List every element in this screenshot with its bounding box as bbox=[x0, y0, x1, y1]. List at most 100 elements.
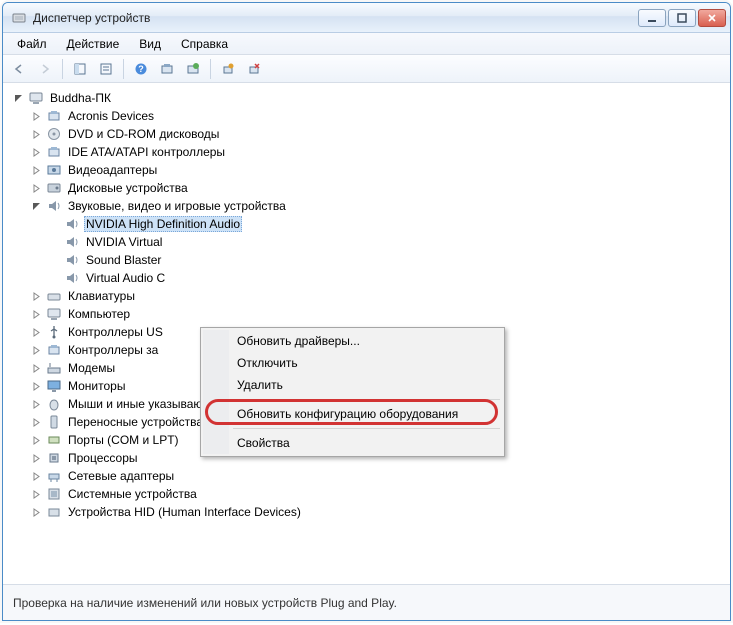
cm-update-drivers[interactable]: Обновить драйверы... bbox=[203, 330, 502, 352]
context-menu: Обновить драйверы... Отключить Удалить О… bbox=[200, 327, 505, 457]
app-icon bbox=[11, 10, 27, 26]
tree-leaf[interactable]: NVIDIA High Definition Audio bbox=[49, 215, 722, 233]
node-label: NVIDIA High Definition Audio bbox=[84, 216, 242, 232]
nav-back-button[interactable] bbox=[7, 58, 31, 80]
properties-button[interactable] bbox=[94, 58, 118, 80]
close-button[interactable] bbox=[698, 9, 726, 27]
node-label: Видеоадаптеры bbox=[66, 162, 159, 178]
cm-disable[interactable]: Отключить bbox=[203, 352, 502, 374]
node-label: Клавиатуры bbox=[66, 288, 137, 304]
tree-leaf[interactable]: Virtual Audio C bbox=[49, 269, 722, 287]
tree-node[interactable]: Сетевые адаптеры bbox=[31, 467, 722, 485]
node-label: Устройства HID (Human Interface Devices) bbox=[66, 504, 303, 520]
show-hide-tree-button[interactable] bbox=[68, 58, 92, 80]
audio-device-icon bbox=[64, 234, 80, 250]
device-icon bbox=[46, 396, 62, 412]
menubar: Файл Действие Вид Справка bbox=[3, 33, 730, 55]
toolbar-separator bbox=[210, 59, 211, 79]
node-label: Сетевые адаптеры bbox=[66, 468, 176, 484]
tree-node[interactable]: Клавиатуры bbox=[31, 287, 722, 305]
node-label: Buddha-ПК bbox=[48, 90, 113, 106]
audio-device-icon bbox=[64, 270, 80, 286]
scan-hardware-button[interactable] bbox=[155, 58, 179, 80]
node-label: Процессоры bbox=[66, 450, 140, 466]
node-label: Virtual Audio C bbox=[84, 270, 167, 286]
node-label: NVIDIA Virtual bbox=[84, 234, 164, 250]
node-label: IDE ATA/ATAPI контроллеры bbox=[66, 144, 227, 160]
device-icon bbox=[46, 126, 62, 142]
device-icon bbox=[46, 360, 62, 376]
cm-separator bbox=[233, 399, 500, 400]
cm-uninstall[interactable]: Удалить bbox=[203, 374, 502, 396]
tree-root[interactable]: Buddha-ПК bbox=[13, 89, 722, 107]
menu-action[interactable]: Действие bbox=[57, 35, 130, 53]
tree-node[interactable]: Компьютер bbox=[31, 305, 722, 323]
update-driver-button[interactable] bbox=[181, 58, 205, 80]
device-tree[interactable]: Buddha-ПК Acronis Devices DVD и CD-ROM дис… bbox=[3, 83, 730, 584]
uninstall-button[interactable] bbox=[216, 58, 240, 80]
cm-separator bbox=[233, 428, 500, 429]
menu-file[interactable]: Файл bbox=[7, 35, 57, 53]
audio-device-icon bbox=[64, 216, 80, 232]
computer-icon bbox=[28, 90, 44, 106]
device-icon bbox=[46, 288, 62, 304]
toolbar-separator bbox=[62, 59, 63, 79]
cm-scan-hardware[interactable]: Обновить конфигурацию оборудования bbox=[203, 403, 502, 425]
device-icon bbox=[46, 306, 62, 322]
node-label: Компьютер bbox=[66, 306, 132, 322]
node-label: Дисковые устройства bbox=[66, 180, 190, 196]
tree-node[interactable]: Устройства HID (Human Interface Devices) bbox=[31, 503, 722, 521]
tree-node[interactable]: IDE ATA/ATAPI контроллеры bbox=[31, 143, 722, 161]
menu-help[interactable]: Справка bbox=[171, 35, 238, 53]
maximize-button[interactable] bbox=[668, 9, 696, 27]
tree-leaf[interactable]: NVIDIA Virtual bbox=[49, 233, 722, 251]
window-title: Диспетчер устройств bbox=[33, 11, 638, 25]
node-label: Модемы bbox=[66, 360, 117, 376]
device-icon bbox=[46, 198, 62, 214]
node-label: DVD и CD-ROM дисководы bbox=[66, 126, 221, 142]
disable-button[interactable] bbox=[242, 58, 266, 80]
node-label: Звуковые, видео и игровые устройства bbox=[66, 198, 288, 214]
device-icon bbox=[46, 324, 62, 340]
device-icon bbox=[46, 342, 62, 358]
node-label: Acronis Devices bbox=[66, 108, 156, 124]
node-label: Системные устройства bbox=[66, 486, 199, 502]
audio-device-icon bbox=[64, 252, 80, 268]
menu-view[interactable]: Вид bbox=[129, 35, 171, 53]
node-label: Контроллеры US bbox=[66, 324, 165, 340]
tree-node[interactable]: Звуковые, видео и игровые устройства bbox=[31, 197, 722, 215]
device-icon bbox=[46, 144, 62, 160]
device-icon bbox=[46, 432, 62, 448]
status-text: Проверка на наличие изменений или новых … bbox=[13, 596, 397, 610]
tree-node[interactable]: Дисковые устройства bbox=[31, 179, 722, 197]
device-icon bbox=[46, 468, 62, 484]
device-icon bbox=[46, 378, 62, 394]
device-icon bbox=[46, 108, 62, 124]
statusbar: Проверка на наличие изменений или новых … bbox=[3, 584, 730, 620]
minimize-button[interactable] bbox=[638, 9, 666, 27]
titlebar[interactable]: Диспетчер устройств bbox=[3, 3, 730, 33]
help-button[interactable]: ? bbox=[129, 58, 153, 80]
nav-forward-button[interactable] bbox=[33, 58, 57, 80]
node-label: Мониторы bbox=[66, 378, 127, 394]
tree-node[interactable]: DVD и CD-ROM дисководы bbox=[31, 125, 722, 143]
toolbar-separator bbox=[123, 59, 124, 79]
node-label: Контроллеры за bbox=[66, 342, 160, 358]
device-icon bbox=[46, 486, 62, 502]
device-manager-window: Диспетчер устройств Файл Действие Вид Сп… bbox=[2, 2, 731, 621]
window-controls bbox=[638, 9, 726, 27]
toolbar: ? bbox=[3, 55, 730, 83]
tree-leaf[interactable]: Sound Blaster bbox=[49, 251, 722, 269]
cm-properties[interactable]: Свойства bbox=[203, 432, 502, 454]
tree-node[interactable]: Видеоадаптеры bbox=[31, 161, 722, 179]
device-icon bbox=[46, 504, 62, 520]
device-icon bbox=[46, 180, 62, 196]
device-icon bbox=[46, 450, 62, 466]
node-label: Порты (COM и LPT) bbox=[66, 432, 181, 448]
tree-node[interactable]: Acronis Devices bbox=[31, 107, 722, 125]
device-icon bbox=[46, 414, 62, 430]
svg-text:?: ? bbox=[138, 64, 144, 74]
node-label: Переносные устройства bbox=[66, 414, 205, 430]
tree-node[interactable]: Системные устройства bbox=[31, 485, 722, 503]
device-icon bbox=[46, 162, 62, 178]
